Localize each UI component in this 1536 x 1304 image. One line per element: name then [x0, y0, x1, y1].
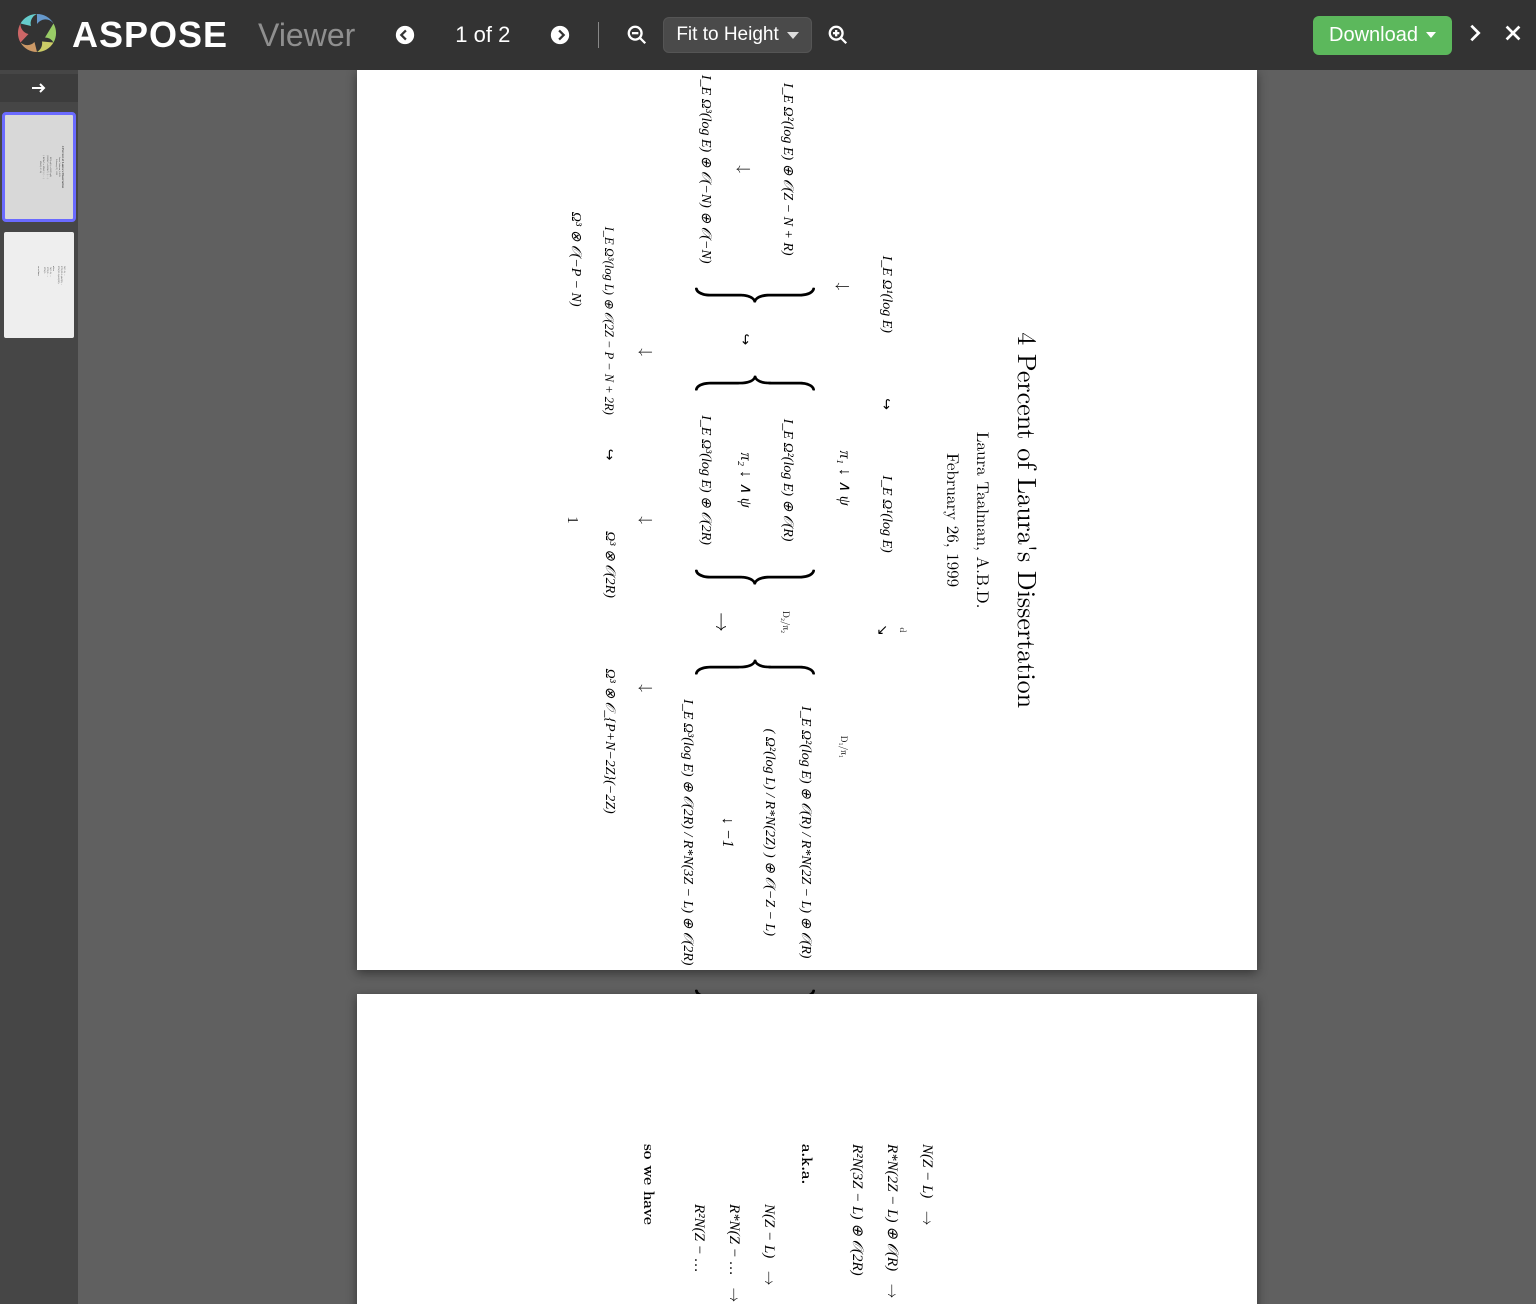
down-arrow-labeled: π₂ ↓ ∧ ψ	[725, 452, 767, 507]
down-arrow-icon: ↓	[725, 165, 767, 173]
thumbnail-preview: 4 Percent of Laura's Dissertation Laura …	[9, 132, 69, 202]
down-arrow-icon: ↓	[628, 348, 666, 356]
chevron-down-icon	[787, 32, 799, 39]
hookarrow-icon: ↪	[870, 398, 904, 410]
brand-block: ASPOSE	[12, 8, 228, 63]
zoom-in-button[interactable]	[820, 17, 856, 53]
p2-l2: R*N(2Z − L) ⊕ 𝒪(R)	[884, 1144, 900, 1271]
diag-r2-right: I_E Ω²(log E) ⊕ 𝒪(R)	[769, 415, 805, 545]
expand-right-button[interactable]	[1464, 22, 1486, 49]
zoom-in-icon	[827, 24, 849, 46]
thumbnail-page-2[interactable]: N(Z−L) → R*N(2Z−L)⊕𝒪(R) → R²N(3Z−L)⊕𝒪(2R…	[4, 232, 74, 338]
diag-arrow-label: d	[899, 618, 908, 642]
close-button[interactable]	[1502, 22, 1524, 49]
arrow-left-circle-icon	[394, 24, 416, 46]
left-brace-icon: {	[668, 657, 823, 678]
document-page-2: N(Z − L)→ R*N(2Z − L) ⊕ 𝒪(R)→ R²N(3Z − L…	[357, 994, 1257, 1304]
document-author: Laura Taalman, A.B.D.	[972, 110, 996, 930]
diag-r5-left: Ω³ ⊗ 𝒪(−P − N)	[559, 189, 593, 329]
document-scroll-area[interactable]: 4 Percent of Laura's Dissertation Laura …	[78, 70, 1536, 1304]
app-subtitle: Viewer	[258, 17, 355, 54]
down-arrow-labeled: ↓ −1	[707, 817, 749, 848]
zoom-mode-label: Fit to Height	[676, 24, 778, 46]
diag-quotient-label: D₁/π₁	[840, 736, 849, 758]
p2-l3: R²N(3Z − L) ⊕ 𝒪(2R)	[849, 1144, 865, 1276]
p2-a2: R*N(Z − …	[726, 1204, 742, 1275]
diag-quotient-label: D₂/π₂	[782, 611, 791, 633]
right-brace-icon: }	[668, 285, 823, 306]
diag-r4-left: I_E Ω³(log L) ⊕ 𝒪(2Z − P − N + 2R)	[594, 226, 624, 414]
document-title: 4 Percent of Laura's Dissertation	[1010, 110, 1047, 930]
diag-r4-far: Ω³ ⊗ 𝒪_{P+N−2Z}(−2Z)	[592, 668, 626, 813]
chevron-right-icon	[1464, 22, 1486, 44]
arrow-right-icon	[30, 81, 48, 95]
brand-text: ASPOSE	[72, 14, 228, 56]
sidebar-collapse-button[interactable]	[0, 74, 78, 102]
p2-l1: N(Z − L)	[919, 1144, 935, 1198]
aspose-logo-icon	[12, 8, 62, 63]
thumbnail-preview: N(Z−L) → R*N(2Z−L)⊕𝒪(R) → R²N(3Z−L)⊕𝒪(2R…	[9, 250, 69, 320]
diag-r4-right: Ω³ ⊗ 𝒪(2R)	[592, 494, 626, 634]
document-date: February 26, 1999	[942, 110, 966, 930]
prev-page-button[interactable]	[387, 17, 423, 53]
diag-r2-far-a: I_E Ω²(log E) ⊕ 𝒪(R) / R*N(2Z − L) ⊕ 𝒪(R…	[787, 699, 823, 965]
caret-down-icon	[1426, 32, 1436, 38]
diag-r2-left: I_E Ω²(log E) ⊕ 𝒪(Z − N + R)	[769, 75, 805, 264]
right-arrow-icon: →	[711, 612, 740, 632]
hookarrow-icon: ↪	[592, 449, 626, 461]
diag-r1-right: I_E Ω¹(log E)	[870, 444, 904, 584]
page-number: 1	[563, 516, 584, 524]
down-arrow-labeled: π₁ ↓ ∧ ψ	[825, 450, 863, 505]
down-right-arrow-icon: ↘	[873, 624, 893, 636]
diag-r3-left: I_E Ω³(log E) ⊕ 𝒪(−N) ⊕ 𝒪(−N)	[687, 75, 723, 264]
right-arrow-icon: →	[877, 1271, 910, 1304]
aka-heading: a.k.a.	[797, 1144, 818, 1304]
hookarrow-icon: ↪	[729, 325, 763, 353]
commutative-diagram: I_E Ω¹(log E) ↪ I_E Ω¹(log E) d ↘ ↓ π₁ ↓…	[559, 110, 908, 930]
right-brace-icon: }	[668, 566, 823, 587]
p2-a1: N(Z − L)	[761, 1204, 777, 1258]
diag-r2-far-b: ( Ω²(log L) / R*N(2Z) ) ⊕ 𝒪(−Z − L)	[750, 699, 786, 965]
arrow-right-circle-icon	[549, 24, 571, 46]
page-indicator: 1 of 2	[431, 22, 534, 48]
top-toolbar: ASPOSE Viewer 1 of 2 Fit to Height	[0, 0, 1536, 70]
thumbnail-sidebar: 4 Percent of Laura's Dissertation Laura …	[0, 70, 78, 1304]
download-label: Download	[1329, 24, 1418, 47]
diag-r3-far: I_E Ω³(log E) ⊕ 𝒪(2R) / R*N(3Z − L) ⊕ 𝒪(…	[668, 699, 704, 965]
zoom-out-button[interactable]	[619, 17, 655, 53]
zoom-out-icon	[626, 24, 648, 46]
diag-r1-left: I_E Ω¹(log E)	[870, 224, 904, 364]
down-arrow-icon: ↓	[628, 516, 666, 524]
p2-a3: R²N(Z − …	[691, 1204, 707, 1272]
down-arrow-icon: ↓	[628, 684, 666, 692]
diag-r3-right: I_E Ω³(log E) ⊕ 𝒪(2R)	[687, 415, 723, 545]
document-page-1: 4 Percent of Laura's Dissertation Laura …	[357, 70, 1257, 970]
close-icon	[1502, 22, 1524, 44]
right-arrow-icon: →	[912, 1198, 945, 1238]
download-button[interactable]: Download	[1313, 16, 1452, 55]
right-arrow-icon: →	[719, 1275, 752, 1304]
toolbar-divider	[598, 22, 599, 48]
zoom-mode-select[interactable]: Fit to Height	[663, 17, 811, 53]
left-brace-icon: {	[668, 373, 823, 394]
thumbnail-page-1[interactable]: 4 Percent of Laura's Dissertation Laura …	[4, 114, 74, 220]
so-we-have-heading: so we have	[639, 1144, 660, 1304]
right-arrow-icon: →	[754, 1258, 787, 1298]
next-page-button[interactable]	[542, 17, 578, 53]
